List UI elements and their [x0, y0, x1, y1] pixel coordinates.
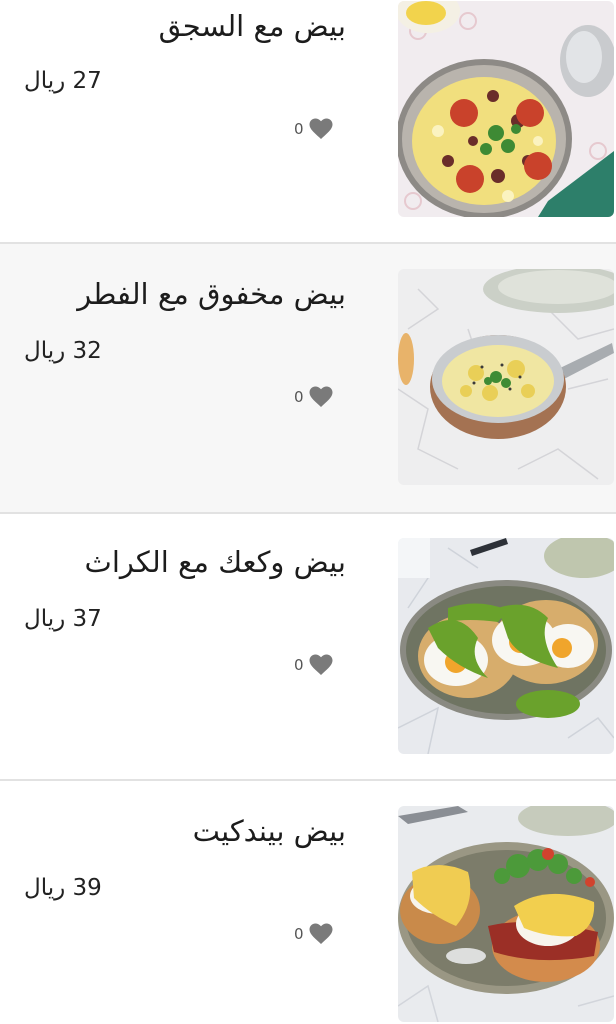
menu-item-card[interactable]: بيض مخفوق مع الفطر 32 ريال 0: [0, 244, 616, 512]
like-count: 0: [294, 656, 304, 674]
menu-item-photo[interactable]: [398, 269, 614, 485]
like-button[interactable]: 0: [294, 384, 338, 410]
menu-item-name: بيض وكعك مع الكراث: [84, 545, 346, 579]
like-button[interactable]: 0: [294, 652, 338, 678]
menu-list: بيض مع السجق 27 ريال 0 بيض مخفوق مع الفط…: [0, 0, 616, 1024]
menu-item-name: بيض مع السجق: [158, 9, 346, 43]
menu-item-card[interactable]: بيض بيندكيت 39 ريال 0: [0, 781, 616, 1024]
menu-item-name: بيض مخفوق مع الفطر: [77, 277, 346, 311]
scrambled-eggs-sausage-pan-image: [398, 1, 614, 217]
eggs-buns-leek-sauce-plate-image: [398, 538, 614, 754]
menu-item-price: 27 ريال: [24, 68, 102, 94]
heart-icon: [309, 386, 333, 407]
heart-icon: [309, 654, 333, 675]
like-count: 0: [294, 925, 304, 943]
menu-item-price: 37 ريال: [24, 606, 102, 632]
menu-item-price: 32 ريال: [24, 338, 102, 364]
like-button[interactable]: 0: [294, 116, 338, 142]
menu-item-price: 39 ريال: [24, 875, 102, 901]
menu-item-photo[interactable]: [398, 806, 614, 1022]
heart-icon: [309, 923, 333, 944]
like-count: 0: [294, 120, 304, 138]
menu-item-card[interactable]: بيض وكعك مع الكراث 37 ريال 0: [0, 514, 616, 779]
scrambled-eggs-mushroom-pan-image: [398, 269, 614, 485]
eggs-benedict-plate-image: [398, 806, 614, 1022]
heart-icon: [309, 118, 333, 139]
like-button[interactable]: 0: [294, 921, 338, 947]
menu-item-photo[interactable]: [398, 1, 614, 217]
like-count: 0: [294, 388, 304, 406]
menu-item-name: بيض بيندكيت: [192, 814, 346, 848]
menu-item-card[interactable]: بيض مع السجق 27 ريال 0: [0, 0, 616, 242]
menu-item-photo[interactable]: [398, 538, 614, 754]
